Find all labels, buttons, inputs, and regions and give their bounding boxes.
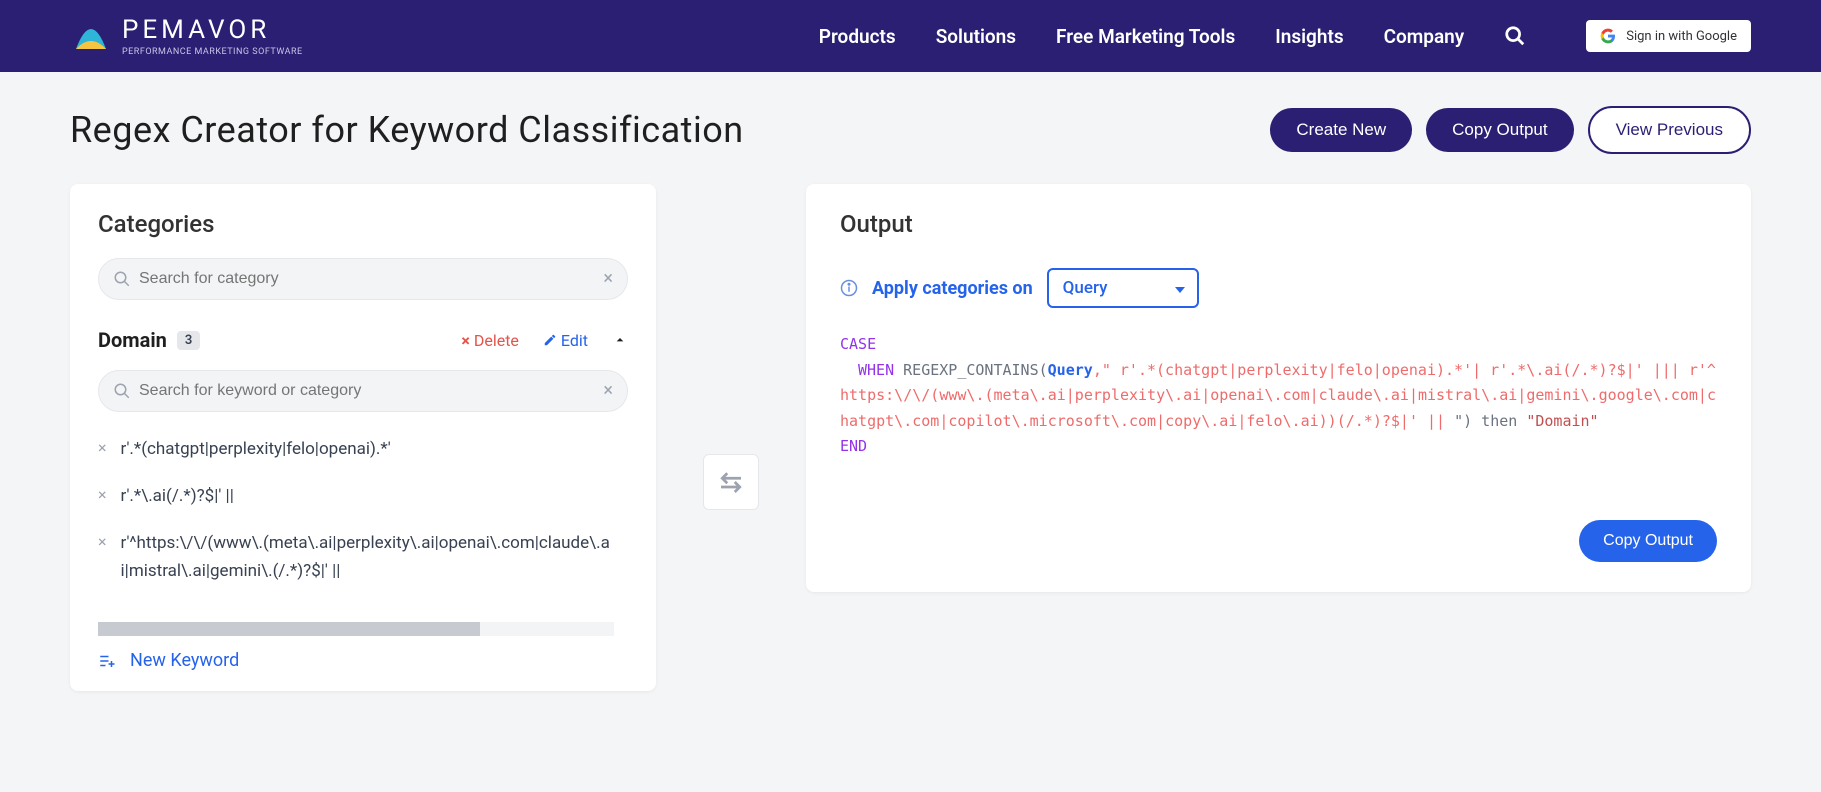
keyword-search[interactable]: × [98, 370, 628, 412]
output-code[interactable]: CASE WHEN REGEXP_CONTAINS(Query," r'.*(c… [840, 332, 1717, 460]
code-when: WHEN [840, 361, 894, 379]
remove-keyword-icon[interactable]: × [98, 532, 107, 551]
clear-icon[interactable]: × [603, 380, 613, 401]
collapse-category-button[interactable] [612, 332, 628, 348]
remove-keyword-icon[interactable]: × [98, 485, 107, 504]
search-icon[interactable] [1504, 25, 1526, 47]
keyword-row: × r'^https:\/\/(www\.(meta\.ai|perplexit… [98, 520, 610, 594]
delete-category-button[interactable]: × Delete [461, 331, 519, 350]
code-end: END [840, 437, 867, 455]
info-icon[interactable] [840, 279, 858, 297]
output-panel: Output Apply categories on Query CASE WH… [806, 184, 1751, 592]
brand-tagline: PERFORMANCE MARKETING SOFTWARE [122, 47, 303, 57]
swap-button[interactable] [703, 454, 759, 510]
main-header: PEMAVOR PERFORMANCE MARKETING SOFTWARE P… [0, 0, 1821, 72]
output-title: Output [840, 210, 1717, 238]
keyword-text[interactable]: r'.*\.ai(/.*)?$|' || [121, 483, 610, 510]
new-keyword-button[interactable]: New Keyword [98, 650, 628, 671]
google-signin-button[interactable]: Sign in with Google [1586, 20, 1751, 52]
keyword-text[interactable]: r'^https:\/\/(www\.(meta\.ai|perplexity\… [121, 530, 610, 584]
categories-title: Categories [98, 210, 628, 238]
keyword-scroll[interactable]: × r'.*(chatgpt|perplexity|felo|openai).*… [98, 426, 614, 622]
categories-panel: Categories × Domain 3 × Delete Edit [70, 184, 656, 691]
google-signin-label: Sign in with Google [1626, 29, 1737, 44]
copy-output-button[interactable]: Copy Output [1579, 520, 1717, 562]
apply-categories-label: Apply categories on [872, 278, 1033, 299]
category-search-input[interactable] [139, 270, 587, 288]
page-title: Regex Creator for Keyword Classification [70, 109, 744, 151]
keyword-list: × r'.*(chatgpt|perplexity|felo|openai).*… [98, 426, 628, 636]
create-new-button[interactable]: Create New [1270, 108, 1412, 152]
nav-solutions[interactable]: Solutions [936, 25, 1016, 48]
logo[interactable]: PEMAVOR PERFORMANCE MARKETING SOFTWARE [70, 15, 303, 57]
logo-icon [70, 15, 112, 57]
page-header: Regex Creator for Keyword Classification… [0, 72, 1821, 154]
edit-category-button[interactable]: Edit [543, 331, 588, 350]
middle-column [656, 184, 806, 510]
google-icon [1600, 28, 1616, 44]
apply-field-select[interactable]: Query [1047, 268, 1200, 308]
add-list-icon [98, 652, 116, 670]
category-header: Domain 3 × Delete Edit [98, 328, 628, 352]
new-keyword-label: New Keyword [130, 650, 239, 671]
category-name: Domain [98, 328, 167, 352]
search-icon [113, 270, 131, 288]
close-icon: × [461, 331, 470, 350]
apply-categories-row: Apply categories on Query [840, 268, 1717, 308]
code-case: CASE [840, 335, 876, 353]
brand-name: PEMAVOR [122, 15, 303, 45]
keyword-count-badge: 3 [177, 331, 200, 350]
remove-keyword-icon[interactable]: × [98, 438, 107, 457]
keyword-text[interactable]: r'.*(chatgpt|perplexity|felo|openai).*' [121, 436, 610, 463]
swap-icon [716, 467, 746, 497]
nav-company[interactable]: Company [1384, 25, 1465, 48]
apply-field-value: Query [1063, 278, 1108, 298]
keyword-row: × r'.*\.ai(/.*)?$|' || [98, 473, 610, 520]
pencil-icon [543, 333, 557, 347]
main-nav: Products Solutions Free Marketing Tools … [819, 20, 1751, 52]
nav-products[interactable]: Products [819, 25, 896, 48]
code-then: ") then [1454, 412, 1526, 430]
code-fn: REGEXP_CONTAINS( [894, 361, 1048, 379]
nav-insights[interactable]: Insights [1275, 25, 1343, 48]
nav-free-tools[interactable]: Free Marketing Tools [1056, 25, 1235, 48]
category-search[interactable]: × [98, 258, 628, 300]
copy-output-top-button[interactable]: Copy Output [1426, 108, 1573, 152]
view-previous-button[interactable]: View Previous [1588, 106, 1751, 154]
code-result: "Domain" [1526, 412, 1598, 430]
horizontal-scrollbar[interactable] [98, 622, 614, 636]
search-icon [113, 382, 131, 400]
keyword-row: × r'.*(chatgpt|perplexity|felo|openai).*… [98, 426, 610, 473]
code-query: Query [1048, 361, 1093, 379]
clear-icon[interactable]: × [603, 268, 613, 289]
keyword-search-input[interactable] [139, 382, 587, 400]
